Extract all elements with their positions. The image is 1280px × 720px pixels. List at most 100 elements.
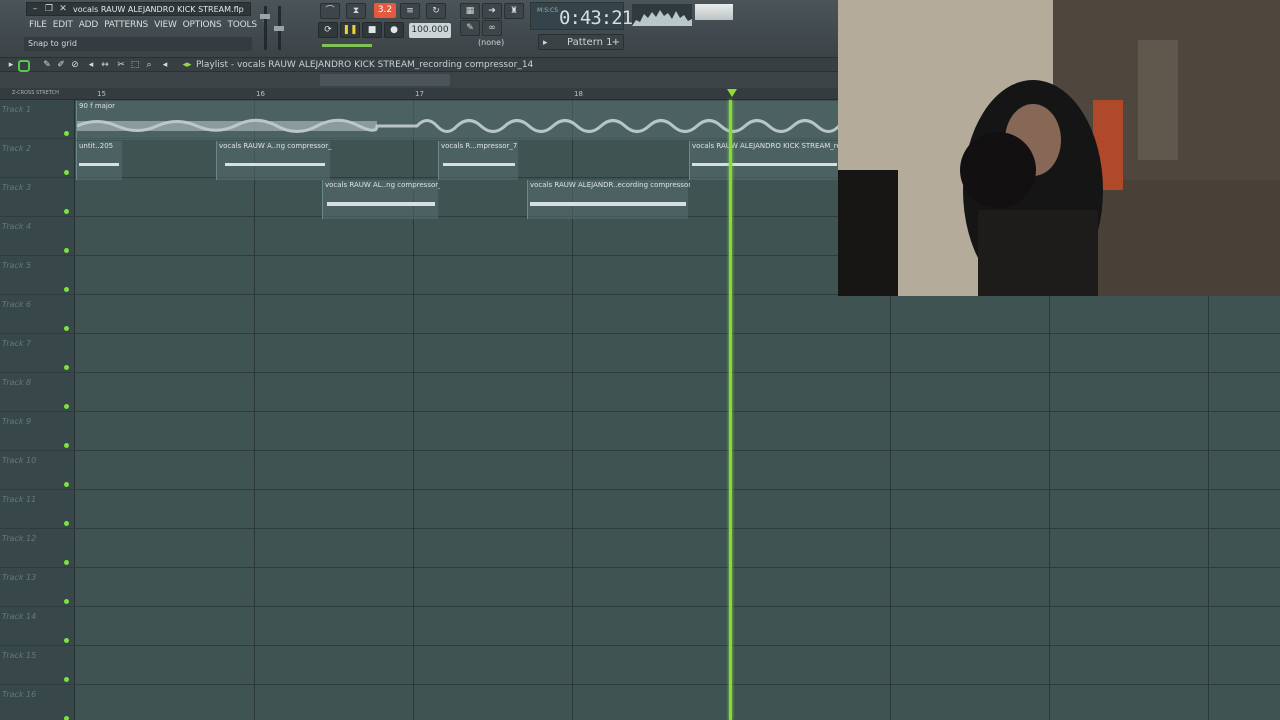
track-mute-led[interactable]	[64, 716, 69, 720]
playlist-menu-icon[interactable]: ▸	[6, 60, 16, 70]
stop-button[interactable]: ■	[362, 22, 382, 38]
menu-view[interactable]: VIEW	[151, 18, 180, 32]
track-mute-led[interactable]	[64, 209, 69, 214]
track-header[interactable]: Track 7	[0, 334, 75, 373]
menu-patterns[interactable]: PATTERNS	[101, 18, 151, 32]
add-pattern-icon[interactable]: +	[612, 35, 620, 51]
audio-clip[interactable]: vocals RAUW AL..ng compressor_4	[322, 180, 440, 219]
hint-bar: Snap to grid	[24, 37, 252, 51]
audio-clip[interactable]: vocals RAUW A..ng compressor_2	[216, 141, 332, 180]
loop-mode-icon[interactable]: ⟳	[318, 22, 338, 38]
timeline-ruler[interactable]: Z-CROSS STRETCH 15 16 17 18	[0, 88, 838, 100]
typing-keyboard-icon[interactable]: ▦	[460, 3, 480, 19]
tempo-field[interactable]: 100.000	[409, 23, 451, 38]
record-button[interactable]: ●	[384, 22, 404, 38]
delete-icon[interactable]: ⊘	[70, 60, 80, 70]
track-header[interactable]: Track 3	[0, 178, 75, 217]
audio-clip[interactable]: untit..205	[76, 141, 122, 180]
track-mute-led[interactable]	[64, 404, 69, 409]
brush-icon[interactable]: ✐	[56, 60, 66, 70]
track-mute-led[interactable]	[64, 443, 69, 448]
track-header[interactable]: Track 16	[0, 685, 75, 720]
playlist-arrows-icon[interactable]: ◂▸	[182, 60, 192, 70]
track-headers: Track 1 Track 2 Track 3 Track 4 Track 5 Track…	[0, 100, 75, 720]
metronome-bell-icon[interactable]: ♜	[504, 3, 524, 19]
track-header[interactable]: Track 11	[0, 490, 75, 529]
track-mute-led[interactable]	[64, 248, 69, 253]
pattern-prev-icon[interactable]: ▸	[543, 35, 548, 51]
minimize-icon[interactable]: –	[29, 4, 41, 15]
paint-icon[interactable]: ✎	[460, 20, 480, 36]
track-mute-led[interactable]	[64, 638, 69, 643]
track-mute-led[interactable]	[64, 521, 69, 526]
track-header[interactable]: Track 5	[0, 256, 75, 295]
track-header[interactable]: Track 14	[0, 607, 75, 646]
track-mute-led[interactable]	[64, 599, 69, 604]
zoom-icon[interactable]: ⌕	[144, 60, 154, 70]
playback-icon[interactable]: ◂	[160, 60, 170, 70]
track-header[interactable]: Track 15	[0, 646, 75, 685]
menu-add[interactable]: ADD	[76, 18, 101, 32]
track-mute-led[interactable]	[64, 560, 69, 565]
track-header[interactable]: Track 10	[0, 451, 75, 490]
track-header[interactable]: Track 9	[0, 412, 75, 451]
track-header[interactable]: Track 8	[0, 373, 75, 412]
menu-edit[interactable]: EDIT	[50, 18, 76, 32]
countdown-badge[interactable]: 3.2	[374, 3, 396, 18]
slip-icon[interactable]: ↔	[100, 60, 110, 70]
horizontal-scrollbar[interactable]	[320, 74, 450, 86]
wait-input-icon[interactable]: ⧗	[346, 3, 366, 19]
pencil-icon[interactable]: ✎	[42, 60, 52, 70]
loop-record-icon[interactable]: ↻	[426, 3, 446, 19]
track-mute-led[interactable]	[64, 326, 69, 331]
restore-icon[interactable]: ❐	[43, 4, 55, 15]
clip-label: vocals R...mpressor_7	[441, 142, 518, 150]
mute-icon[interactable]: ◂	[86, 60, 96, 70]
track-header[interactable]: Track 13	[0, 568, 75, 607]
audio-clip[interactable]: vocals RAUW ALEJANDRO KICK STREAM_record…	[689, 141, 840, 180]
track-mute-led[interactable]	[64, 482, 69, 487]
metronome-icon[interactable]: ⌒	[320, 3, 340, 19]
playhead-marker[interactable]	[727, 89, 737, 97]
track-header[interactable]: Track 2	[0, 139, 75, 178]
audio-clip[interactable]: 90 f major	[76, 101, 839, 140]
pause-button[interactable]: ❚❚	[340, 22, 360, 38]
track-name: Track 15	[2, 651, 37, 660]
track-header[interactable]: Track 12	[0, 529, 75, 568]
track-mute-led[interactable]	[64, 287, 69, 292]
menu-options[interactable]: OPTIONS	[180, 18, 225, 32]
slice-icon[interactable]: ✂	[116, 60, 126, 70]
main-volume-slider[interactable]	[322, 44, 372, 47]
time-display[interactable]: M:S:CS 0:43:21	[530, 2, 633, 30]
master-volume-slider[interactable]	[260, 6, 270, 50]
magnet-icon[interactable]	[18, 60, 30, 72]
master-pitch-slider[interactable]	[274, 6, 284, 50]
grid-row-line	[75, 333, 1280, 334]
link-icon[interactable]: ∞	[482, 20, 502, 36]
cpu-monitor	[632, 4, 692, 26]
track-header[interactable]: Track 6	[0, 295, 75, 334]
menu-file[interactable]: FILE	[26, 18, 50, 32]
close-icon[interactable]: ✕	[57, 4, 69, 15]
track-mute-led[interactable]	[64, 131, 69, 136]
audio-clip[interactable]: vocals RAUW ALEJANDR..ecording compresso…	[527, 180, 690, 219]
snap-selector[interactable]: (none)	[478, 38, 504, 47]
track-header[interactable]: Track 1	[0, 100, 75, 139]
track-header[interactable]: Track 4	[0, 217, 75, 256]
waveform	[79, 163, 119, 166]
clip-label: vocals RAUW ALEJANDRO KICK STREAM_record…	[692, 142, 840, 150]
track-mute-led[interactable]	[64, 677, 69, 682]
track-name: Track 11	[2, 495, 37, 504]
pattern-selector[interactable]: ▸ Pattern 1 +	[538, 34, 624, 50]
arrow-icon[interactable]: ➜	[482, 3, 502, 19]
menu-tools[interactable]: TOOLS	[224, 18, 259, 32]
track-name: Track 10	[2, 456, 37, 465]
grid-row-line	[75, 372, 1280, 373]
track-mute-led[interactable]	[64, 365, 69, 370]
audio-clip[interactable]: vocals R...mpressor_7	[438, 141, 518, 180]
waveform	[225, 163, 325, 166]
track-mute-led[interactable]	[64, 170, 69, 175]
step-edit-icon[interactable]: ≡	[400, 3, 420, 19]
grid-row-line	[75, 411, 1280, 412]
select-icon[interactable]: ⬚	[130, 60, 140, 70]
